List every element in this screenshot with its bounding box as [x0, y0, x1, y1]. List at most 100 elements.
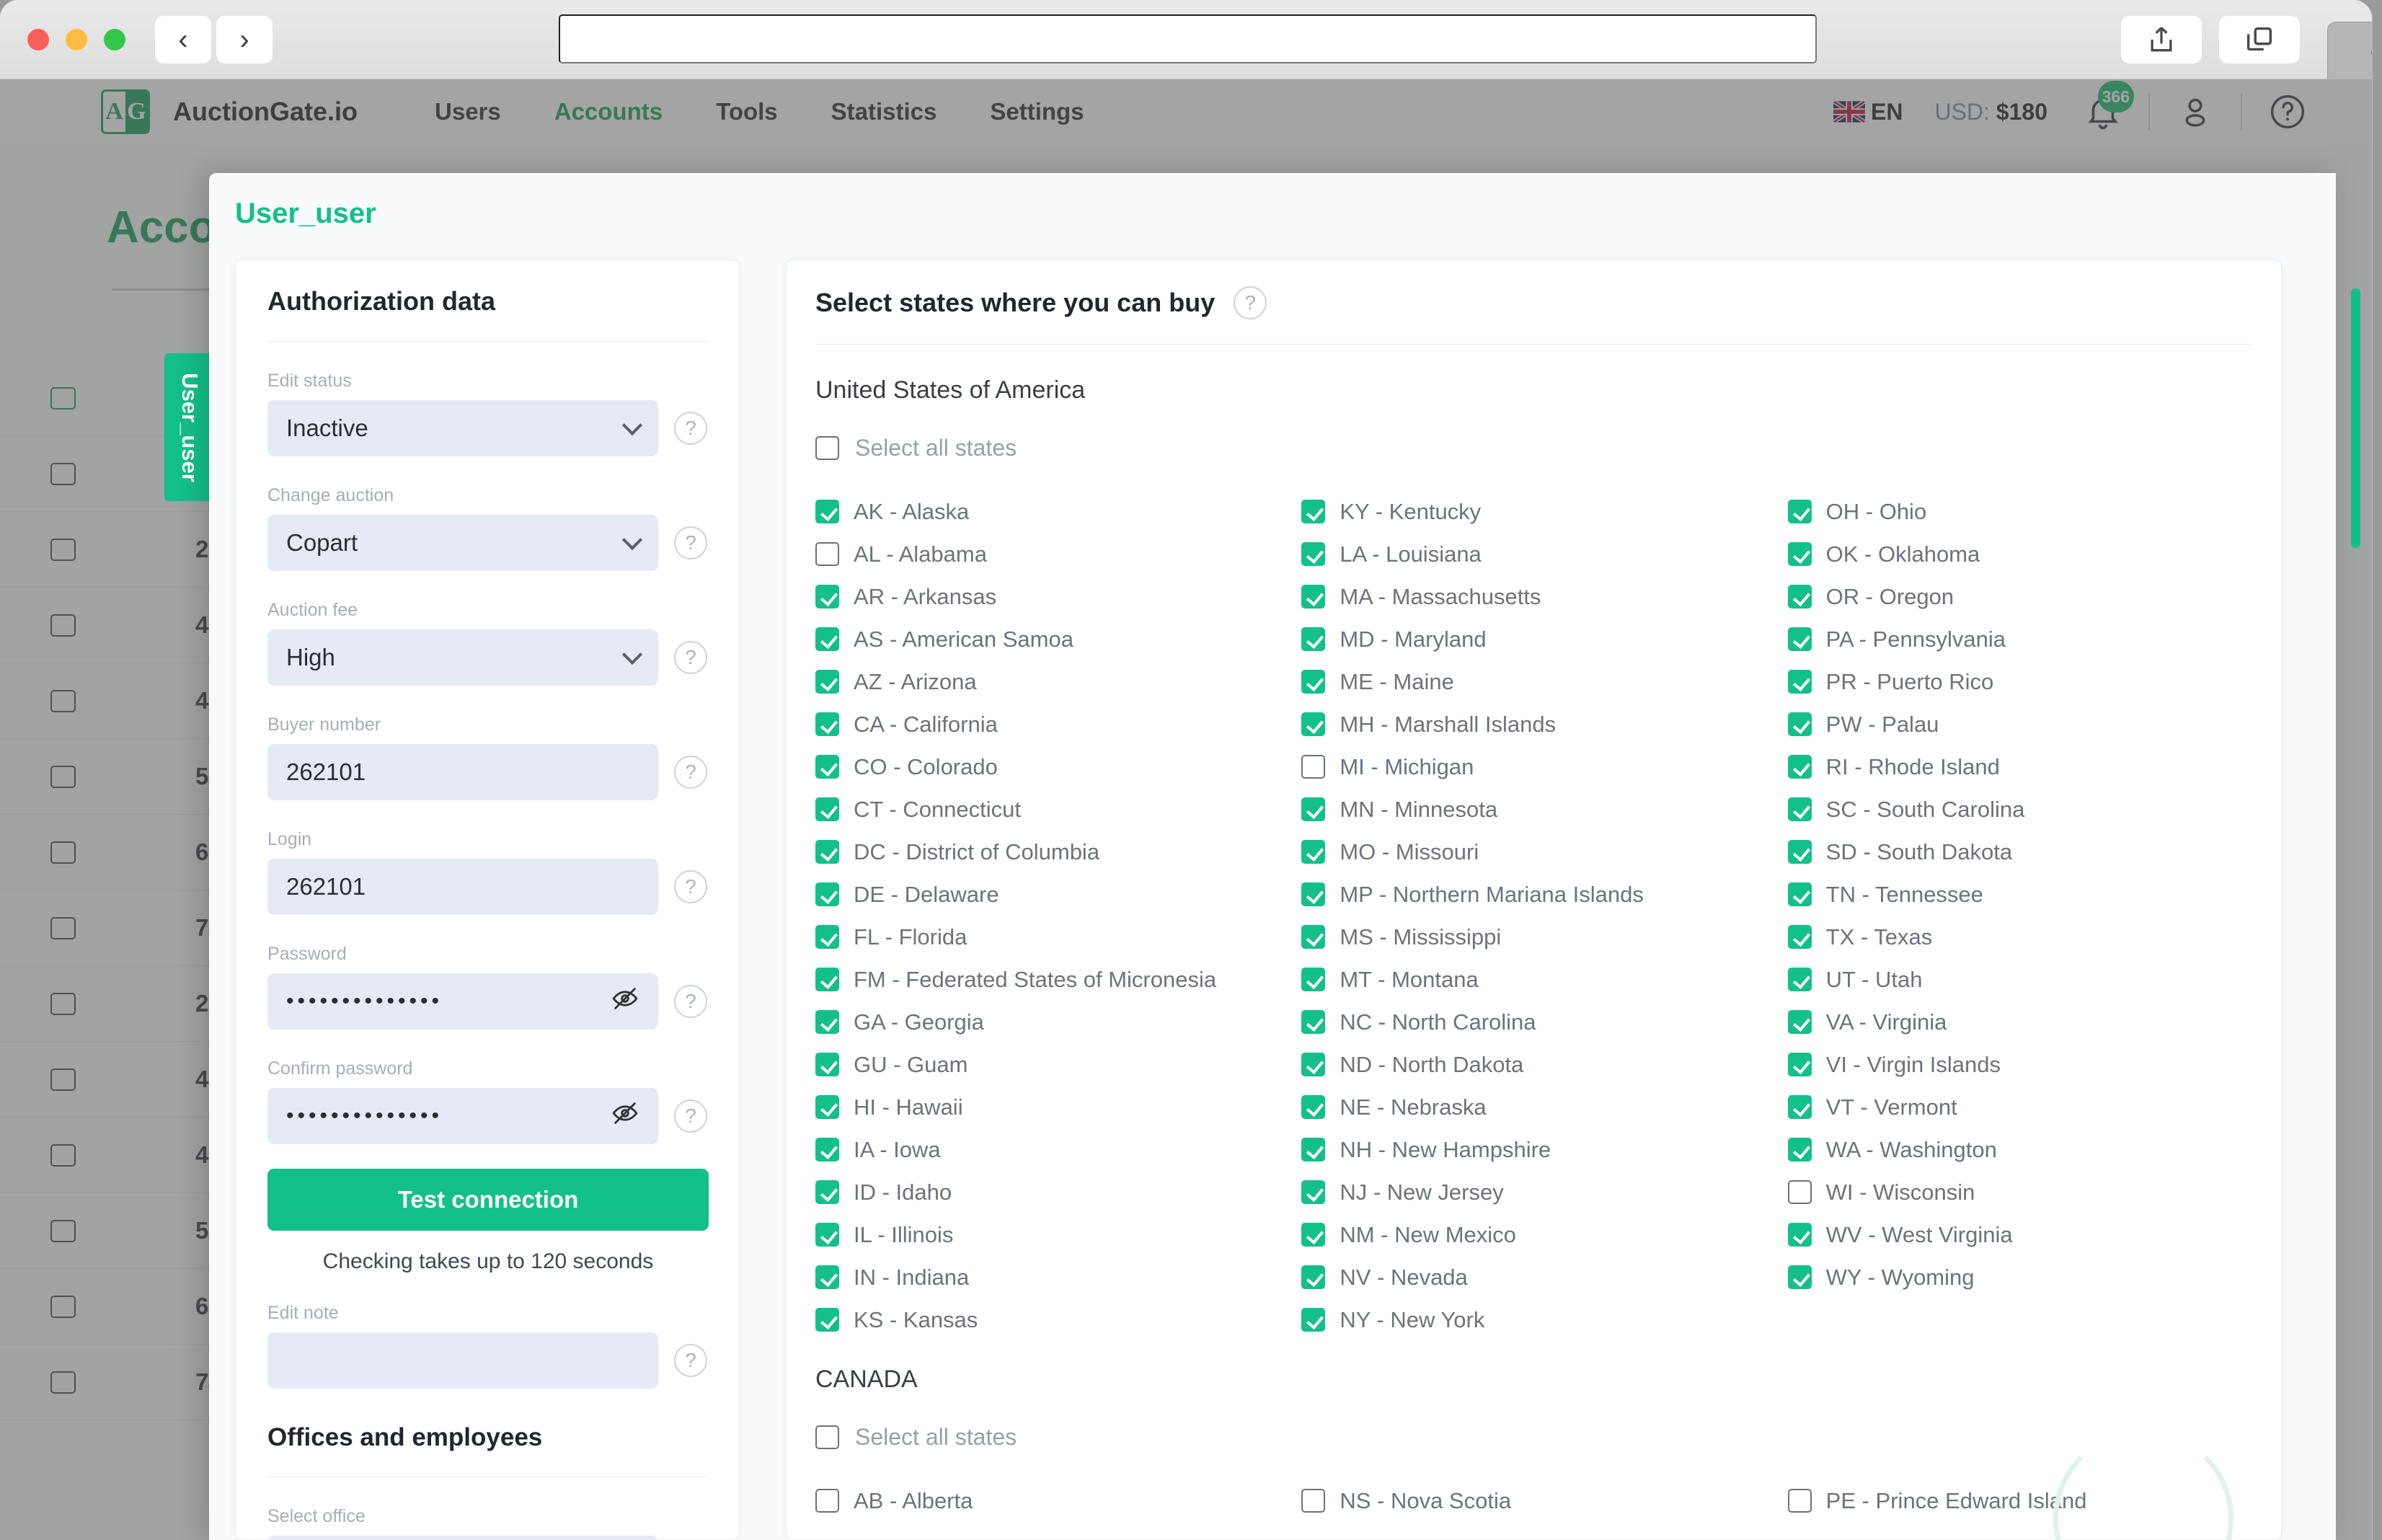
state-checkbox[interactable]: [815, 1489, 839, 1513]
state-checkbox[interactable]: [1301, 797, 1326, 821]
state-checkbox[interactable]: [1301, 500, 1326, 523]
state-checkbox-item[interactable]: MT - Montana: [1301, 958, 1766, 1001]
state-checkbox[interactable]: [1301, 1265, 1326, 1289]
state-checkbox[interactable]: [1787, 627, 1812, 651]
state-checkbox-item[interactable]: OK - Oklahoma: [1787, 533, 2252, 575]
state-checkbox[interactable]: [815, 1180, 839, 1204]
state-checkbox-item[interactable]: MO - Missouri: [1301, 831, 1766, 873]
state-checkbox-item[interactable]: NY - New York: [1301, 1298, 1766, 1341]
state-checkbox[interactable]: [1301, 1308, 1326, 1332]
state-checkbox[interactable]: [815, 882, 839, 906]
help-icon-edit-status[interactable]: ?: [674, 412, 707, 445]
state-checkbox[interactable]: [815, 797, 839, 821]
new-tab-button[interactable]: +: [2327, 22, 2372, 84]
state-checkbox-item[interactable]: VA - Virginia: [1787, 1001, 2252, 1043]
help-icon-edit-note[interactable]: ?: [674, 1344, 707, 1377]
state-checkbox-item[interactable]: CA - California: [815, 703, 1280, 745]
input-confirm-password[interactable]: ••••••••••••••: [267, 1088, 658, 1144]
row-checkbox[interactable]: [50, 1371, 76, 1394]
state-checkbox[interactable]: [1301, 542, 1326, 566]
state-checkbox-item[interactable]: IL - Illinois: [815, 1213, 1280, 1256]
select-change-auction[interactable]: Copart: [267, 515, 658, 571]
nav-item-settings[interactable]: Settings: [963, 98, 1110, 125]
state-checkbox-item[interactable]: KY - Kentucky: [1301, 490, 1766, 533]
input-password[interactable]: ••••••••••••••: [267, 973, 658, 1030]
state-checkbox-item[interactable]: NJ - New Jersey: [1301, 1171, 1766, 1213]
select-all-usa-checkbox[interactable]: [815, 436, 839, 460]
state-checkbox-item[interactable]: MN - Minnesota: [1301, 788, 1766, 831]
state-checkbox-item[interactable]: SD - South Dakota: [1787, 831, 2252, 873]
state-checkbox-item[interactable]: UT - Utah: [1787, 958, 2252, 1001]
state-checkbox[interactable]: [1787, 670, 1812, 694]
state-checkbox[interactable]: [1301, 1489, 1326, 1513]
test-connection-button[interactable]: Test connection: [267, 1169, 709, 1231]
state-checkbox-item[interactable]: WV - West Virginia: [1787, 1213, 2252, 1256]
nav-item-statistics[interactable]: Statistics: [805, 98, 964, 125]
notifications-button[interactable]: 366: [2084, 81, 2134, 131]
state-checkbox[interactable]: [815, 1010, 839, 1034]
state-checkbox[interactable]: [1787, 1180, 1812, 1204]
row-checkbox[interactable]: [50, 1219, 76, 1242]
state-checkbox[interactable]: [1787, 585, 1812, 609]
state-checkbox[interactable]: [1787, 1053, 1812, 1076]
maximize-window-button[interactable]: [104, 29, 125, 50]
help-button[interactable]: [2268, 92, 2307, 131]
state-checkbox[interactable]: [815, 712, 839, 736]
state-checkbox[interactable]: [815, 670, 839, 694]
state-checkbox-item[interactable]: OR - Oregon: [1787, 575, 2252, 618]
select-all-rows-checkbox[interactable]: [50, 386, 76, 410]
select-all-usa[interactable]: Select all states: [815, 435, 2252, 461]
row-checkbox[interactable]: [50, 916, 76, 939]
state-checkbox[interactable]: [815, 500, 839, 523]
state-checkbox[interactable]: [1301, 840, 1326, 864]
state-checkbox[interactable]: [1787, 1010, 1812, 1034]
state-checkbox[interactable]: [1301, 712, 1326, 736]
state-checkbox[interactable]: [815, 1308, 839, 1332]
state-checkbox-item[interactable]: TN - Tennessee: [1787, 873, 2252, 916]
account-button[interactable]: [2176, 92, 2215, 131]
state-checkbox-item[interactable]: FM - Federated States of Micronesia: [815, 958, 1280, 1001]
row-checkbox[interactable]: [50, 765, 76, 788]
input-edit-note[interactable]: [267, 1332, 658, 1389]
state-checkbox-item[interactable]: OH - Ohio: [1787, 490, 2252, 533]
state-checkbox-item[interactable]: PA - Pennsylvania: [1787, 618, 2252, 660]
back-button[interactable]: ‹: [155, 16, 211, 63]
state-checkbox-item[interactable]: NE - Nebraska: [1301, 1086, 1766, 1128]
row-checkbox[interactable]: [50, 1295, 76, 1318]
help-icon-auction-fee[interactable]: ?: [674, 641, 707, 674]
state-checkbox-item[interactable]: VT - Vermont: [1787, 1086, 2252, 1128]
state-checkbox[interactable]: [815, 542, 839, 566]
side-tab-user[interactable]: User_user: [164, 353, 215, 501]
state-checkbox[interactable]: [1787, 500, 1812, 523]
state-checkbox-item[interactable]: MA - Massachusetts: [1301, 575, 1766, 618]
help-icon-change-auction[interactable]: ?: [674, 526, 707, 559]
help-icon-login[interactable]: ?: [674, 870, 707, 903]
page-scrollbar-thumb[interactable]: [2351, 288, 2360, 548]
state-checkbox-item[interactable]: AK - Alaska: [815, 490, 1280, 533]
forward-button[interactable]: ›: [216, 16, 273, 63]
state-checkbox-item[interactable]: HI - Hawaii: [815, 1086, 1280, 1128]
state-checkbox-item[interactable]: LA - Louisiana: [1301, 533, 1766, 575]
toggle-confirm-password-visibility[interactable]: [611, 1099, 639, 1133]
state-checkbox[interactable]: [815, 840, 839, 864]
state-checkbox-item[interactable]: AS - American Samoa: [815, 618, 1280, 660]
state-checkbox-item[interactable]: IN - Indiana: [815, 1256, 1280, 1298]
select-all-canada[interactable]: Select all states: [815, 1424, 2252, 1451]
state-checkbox-item[interactable]: NC - North Carolina: [1301, 1001, 1766, 1043]
state-checkbox-item[interactable]: VI - Virgin Islands: [1787, 1043, 2252, 1086]
state-checkbox[interactable]: [1301, 1095, 1326, 1119]
state-checkbox-item[interactable]: MP - Northern Mariana Islands: [1301, 873, 1766, 916]
nav-item-tools[interactable]: Tools: [689, 98, 805, 125]
state-checkbox[interactable]: [815, 627, 839, 651]
state-checkbox-item[interactable]: FL - Florida: [815, 916, 1280, 958]
state-checkbox-item[interactable]: PW - Palau: [1787, 703, 2252, 745]
state-checkbox[interactable]: [1301, 627, 1326, 651]
state-checkbox[interactable]: [1301, 755, 1326, 779]
state-checkbox[interactable]: [1301, 1138, 1326, 1161]
state-checkbox-item[interactable]: AB - Alberta: [815, 1479, 1280, 1522]
state-checkbox[interactable]: [1301, 1180, 1326, 1204]
state-checkbox[interactable]: [815, 1138, 839, 1161]
row-checkbox[interactable]: [50, 689, 76, 712]
state-checkbox-item[interactable]: SC - South Carolina: [1787, 788, 2252, 831]
state-checkbox[interactable]: [1301, 1223, 1326, 1247]
